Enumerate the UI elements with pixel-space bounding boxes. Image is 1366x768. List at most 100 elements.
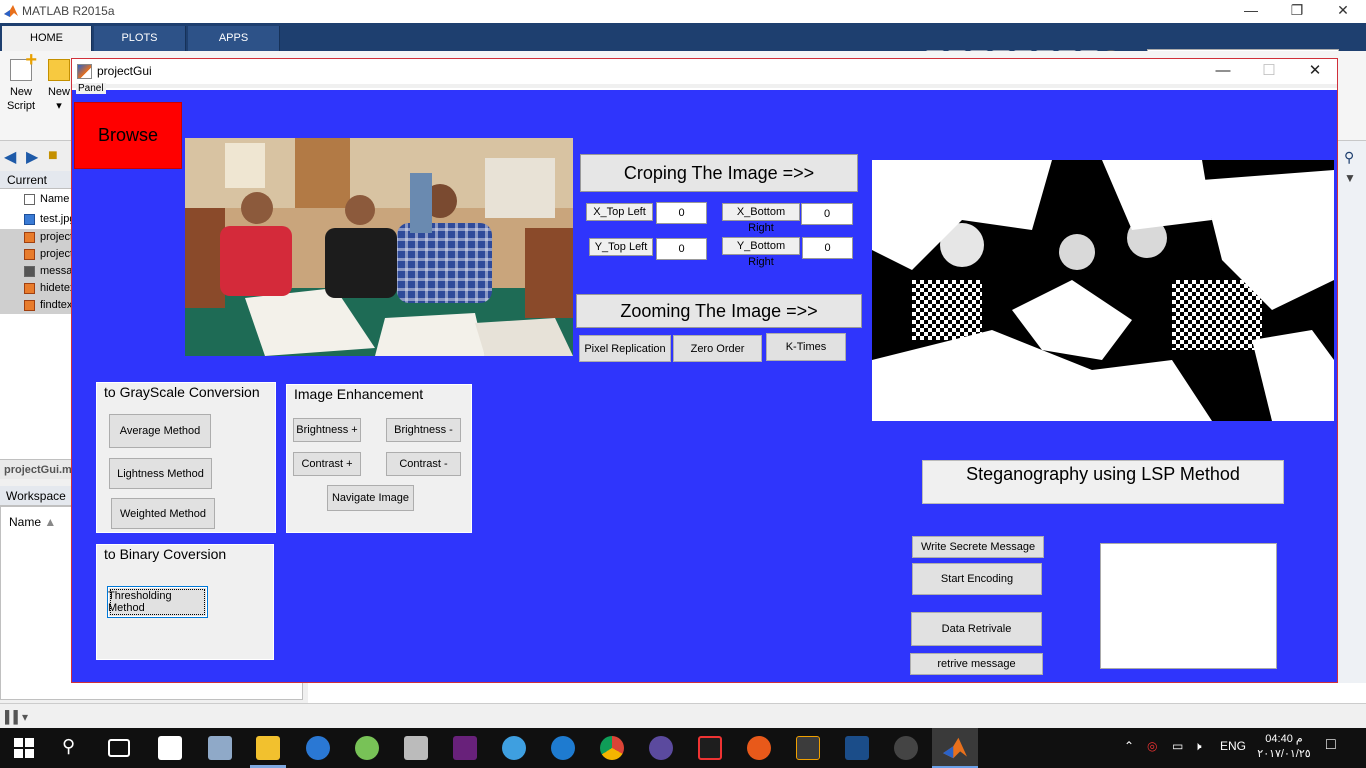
app-icon[interactable] <box>502 736 526 760</box>
brightness-minus-button[interactable]: Brightness - <box>386 418 461 442</box>
m-file-icon <box>24 300 35 311</box>
navigate-image-button[interactable]: Navigate Image <box>327 485 414 511</box>
contrast-minus-button[interactable]: Contrast - <box>386 452 461 476</box>
message-axes <box>1100 543 1277 669</box>
right-side-strip: ⚲ ▼ <box>1338 141 1366 683</box>
new-script-icon <box>10 53 37 81</box>
new-script-label-1: New <box>9 86 32 98</box>
visual-studio-icon[interactable] <box>453 736 477 760</box>
m-file-icon <box>24 283 35 294</box>
tab-plots[interactable]: PLOTS <box>94 26 186 51</box>
tab-home[interactable]: HOME <box>2 26 92 51</box>
search-icon[interactable]: ⚲ <box>62 736 75 757</box>
close-icon[interactable]: ✕ <box>1320 0 1366 23</box>
x-bottom-right-label: X_Bottom Right <box>722 203 800 234</box>
list-item[interactable]: message.txt <box>0 263 72 280</box>
back-arrow-icon[interactable]: ◀ <box>4 147 16 167</box>
forward-arrow-icon[interactable]: ▶ <box>26 147 38 167</box>
clock[interactable]: 04:40 م ٢٠١٧/٠١/٢٥ <box>1254 732 1314 762</box>
minimize-icon[interactable]: — <box>1200 59 1246 84</box>
eclipse-icon[interactable] <box>649 736 673 760</box>
chevron-down-icon[interactable]: ▼ <box>1344 171 1356 185</box>
write-secret-message-button[interactable]: Write Secrete Message <box>912 536 1044 558</box>
chevron-down-icon: ▾ <box>56 100 62 112</box>
start-encoding-button[interactable]: Start Encoding <box>912 563 1042 595</box>
battery-icon[interactable]: ▭ <box>1172 739 1183 753</box>
app-icon[interactable] <box>747 736 771 760</box>
crop-image-button[interactable]: Croping The Image =>> <box>580 154 858 192</box>
workspace-header: Workspace <box>0 486 72 506</box>
minimize-icon[interactable]: — <box>1228 0 1274 23</box>
intellij-icon[interactable] <box>698 736 722 760</box>
matlab-titlebar: MATLAB R2015a — ❐ ✕ <box>0 0 1366 23</box>
database-icon[interactable] <box>404 736 428 760</box>
list-item[interactable]: projectGui.m <box>0 246 72 263</box>
command-window-area[interactable] <box>308 683 1366 703</box>
new-script-button[interactable]: New Script <box>1 53 41 113</box>
chevron-up-icon[interactable]: ⌃ <box>1124 739 1134 753</box>
list-item[interactable]: hidetext.m <box>0 280 72 297</box>
new-label: New <box>47 86 70 98</box>
app-icon[interactable] <box>894 736 918 760</box>
matlab-taskbar-button[interactable] <box>932 728 978 768</box>
restore-icon[interactable]: ❐ <box>1274 0 1320 23</box>
y-bottom-right-field[interactable]: 0 <box>802 237 853 259</box>
average-method-button[interactable]: Average Method <box>109 414 211 448</box>
k-times-button[interactable]: K-Times <box>766 333 846 361</box>
x-top-left-field[interactable]: 0 <box>656 202 707 224</box>
weighted-method-button[interactable]: Weighted Method <box>111 498 215 529</box>
m-file-icon <box>24 249 35 260</box>
network-icon[interactable]: ◎ <box>1147 739 1157 753</box>
folder-up-icon[interactable]: ■ <box>48 147 58 165</box>
grayscale-group-title: to GrayScale Conversion <box>103 384 261 400</box>
pixel-replication-button[interactable]: Pixel Replication <box>579 335 671 362</box>
retrive-message-button[interactable]: retrive message <box>910 653 1043 675</box>
lightness-method-button[interactable]: Lightness Method <box>109 458 212 489</box>
sublime-text-icon[interactable] <box>796 736 820 760</box>
text-file-icon <box>24 266 35 277</box>
browse-button[interactable]: Browse <box>74 102 182 169</box>
x-bottom-right-field[interactable]: 0 <box>801 203 853 225</box>
list-item[interactable]: projectGui.fig <box>0 229 72 246</box>
volume-icon[interactable]: 🕨 <box>1194 739 1202 754</box>
workspace-name-column[interactable]: Name ▲ <box>9 515 56 529</box>
matlab-window-title: MATLAB R2015a <box>22 4 115 18</box>
notifications-icon[interactable]: □ <box>1326 736 1336 754</box>
list-item[interactable]: findtext.m <box>0 297 72 314</box>
new-button[interactable]: New ▾ <box>44 59 74 113</box>
file-list-header[interactable]: Name <box>0 191 72 208</box>
store-icon[interactable] <box>158 736 182 760</box>
chrome-icon[interactable] <box>600 736 624 760</box>
tab-apps[interactable]: APPS <box>188 26 280 51</box>
maximize-icon[interactable]: ☐ <box>1246 59 1292 84</box>
brightness-plus-button[interactable]: Brightness + <box>293 418 361 442</box>
task-view-icon[interactable] <box>108 739 130 757</box>
zoom-image-button[interactable]: Zooming The Image =>> <box>576 294 862 328</box>
grayscale-group: to GrayScale Conversion Average Method L… <box>96 382 276 533</box>
windows-start-icon[interactable] <box>14 738 34 758</box>
binary-group-title: to Binary Coversion <box>103 546 228 562</box>
app-icon[interactable] <box>551 736 575 760</box>
clock-time: 04:40 م <box>1265 733 1303 745</box>
zero-order-button[interactable]: Zero Order <box>673 335 762 362</box>
search-icon[interactable]: ⚲ <box>1344 149 1354 166</box>
matlab-logo-icon <box>4 5 18 17</box>
thresholding-method-button[interactable]: Thresholding Method <box>107 586 208 618</box>
figure-title: projectGui <box>97 64 152 78</box>
windows-taskbar: ⚲ ⌃ ◎ ▭ 🕨 ENG 04:40 م ٢٠١٧/٠١/٢٥ □ <box>0 728 1366 768</box>
y-top-left-label: Y_Top Left <box>589 238 653 256</box>
language-indicator[interactable]: ENG <box>1220 739 1246 753</box>
photos-icon[interactable] <box>208 736 232 760</box>
contrast-plus-button[interactable]: Contrast + <box>293 452 361 476</box>
android-studio-icon[interactable] <box>355 736 379 760</box>
list-item[interactable]: test.jpg <box>0 211 72 228</box>
figure-body: Panel Browse Croping The Image =>> X_Top… <box>72 83 1337 682</box>
close-icon[interactable]: ✕ <box>1292 59 1338 84</box>
address-bar: ◀ ▶ ■ <box>0 141 72 171</box>
data-retrival-button[interactable]: Data Retrivale <box>911 612 1042 646</box>
y-bottom-right-label: Y_Bottom Right <box>722 237 800 268</box>
app-icon[interactable] <box>845 736 869 760</box>
file-explorer-icon[interactable] <box>256 736 280 760</box>
edge-browser-icon[interactable] <box>306 736 330 760</box>
y-top-left-field[interactable]: 0 <box>656 238 707 260</box>
